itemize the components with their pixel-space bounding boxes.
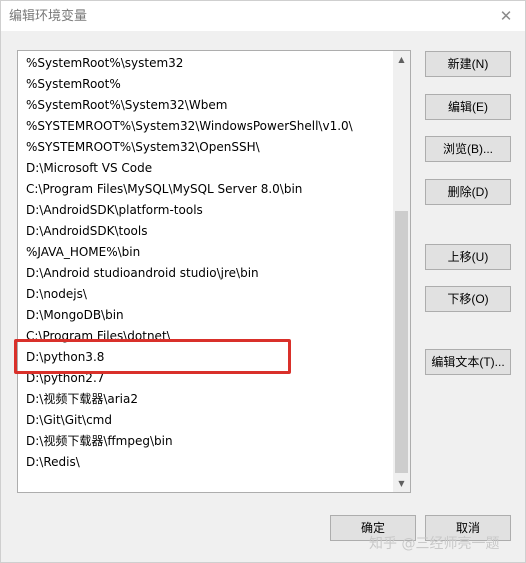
path-list-item[interactable]: %SYSTEMROOT%\System32\OpenSSH\ [18,137,393,158]
path-list-item[interactable]: %SystemRoot% [18,74,393,95]
title-bar: 编辑环境变量 ✕ [1,1,525,31]
path-list-item[interactable]: D:\Android studioandroid studio\jre\bin [18,263,393,284]
path-list-item[interactable]: D:\nodejs\ [18,284,393,305]
window-title: 编辑环境变量 [9,9,88,24]
delete-button[interactable]: 删除(D) [425,179,511,205]
path-list-item[interactable]: D:\AndroidSDK\tools [18,221,393,242]
watermark: 知乎 @三经师亮一题 [369,536,500,552]
path-list-item[interactable]: %SystemRoot%\System32\Wbem [18,95,393,116]
path-list-item[interactable]: D:\MongoDB\bin [18,305,393,326]
path-list-item[interactable]: D:\Git\Git\cmd [18,410,393,431]
browse-button[interactable]: 浏览(B)... [425,136,511,162]
scroll-up-arrow-icon[interactable]: ▲ [393,51,410,68]
close-icon[interactable]: ✕ [495,5,517,27]
move-down-button[interactable]: 下移(O) [425,286,511,312]
path-list-item[interactable]: %JAVA_HOME%\bin [18,242,393,263]
edit-env-var-dialog: 编辑环境变量 ✕ %SystemRoot%\system32 %SystemRoo… [0,0,526,563]
path-list-item[interactable]: D:\视频下载器\aria2 [18,389,393,410]
path-list-item[interactable]: D:\AndroidSDK\platform-tools [18,200,393,221]
scroll-thumb[interactable] [395,211,408,473]
path-list-item[interactable]: %SYSTEMROOT%\System32\WindowsPowerShell\… [18,116,393,137]
new-button[interactable]: 新建(N) [425,51,511,77]
highlight-annotation-box [14,339,291,374]
path-list-item[interactable]: D:\Microsoft VS Code [18,158,393,179]
edit-text-button[interactable]: 编辑文本(T)... [425,349,511,375]
path-list-item[interactable]: %SystemRoot%\system32 [18,53,393,74]
vertical-scrollbar[interactable]: ▲ ▼ [393,51,410,492]
path-list-item[interactable]: D:\Redis\ [18,452,393,473]
path-list-box: %SystemRoot%\system32 %SystemRoot% %System… [17,50,411,493]
move-up-button[interactable]: 上移(U) [425,244,511,270]
edit-button[interactable]: 编辑(E) [425,94,511,120]
path-list-item[interactable]: C:\Program Files\MySQL\MySQL Server 8.0\… [18,179,393,200]
scroll-down-arrow-icon[interactable]: ▼ [393,475,410,492]
path-list: %SystemRoot%\system32 %SystemRoot% %System… [18,51,393,492]
path-list-item[interactable]: D:\视频下载器\ffmpeg\bin [18,431,393,452]
